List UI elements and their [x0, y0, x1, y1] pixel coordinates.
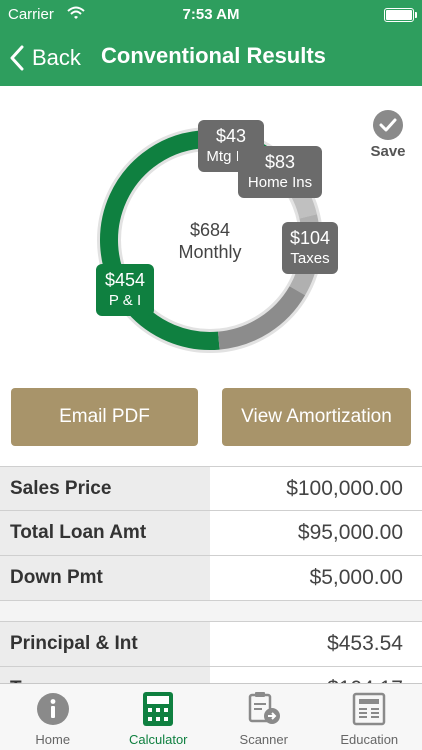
row-value: $453.54: [210, 622, 422, 666]
row-value: $100,000.00: [210, 467, 422, 510]
table-row: Sales Price $100,000.00: [0, 466, 422, 511]
tab-label: Education: [340, 732, 399, 747]
slice-tag-label: Taxes: [290, 249, 330, 267]
newspaper-icon: [352, 692, 386, 731]
navigation-bar: Back Conventional Results: [0, 30, 422, 86]
row-label: Principal & Int: [0, 622, 210, 666]
row-value: $5,000.00: [210, 556, 422, 600]
monthly-total-label: Monthly: [178, 242, 242, 262]
tab-label: Calculator: [128, 732, 188, 747]
info-icon: [36, 692, 70, 731]
slice-tag-p-and-i: $454 P & I: [96, 264, 154, 316]
view-amortization-button[interactable]: View Amortization: [222, 388, 411, 446]
results-table: Sales Price $100,000.00 Total Loan Amt $…: [0, 466, 422, 712]
tab-label: Home: [35, 732, 71, 747]
slice-tag-value: $83: [264, 152, 296, 172]
tab-bar: Home Calculator Scanner Education: [0, 683, 422, 750]
back-button[interactable]: Back: [10, 40, 81, 76]
table-row: Principal & Int $453.54: [0, 622, 422, 667]
scanner-icon: [247, 692, 281, 731]
table-row: Total Loan Amt $95,000.00: [0, 511, 422, 556]
save-button[interactable]: Save: [366, 110, 410, 160]
slice-tag-value: $454: [104, 270, 146, 290]
status-bar: Carrier 7:53 AM: [0, 0, 422, 30]
slice-tag-label: P & I: [108, 291, 142, 309]
tab-home[interactable]: Home: [0, 684, 106, 750]
row-label: Total Loan Amt: [0, 511, 210, 555]
table-row: Down Pmt $5,000.00: [0, 556, 422, 601]
tab-label: Scanner: [239, 732, 288, 747]
chevron-left-icon: [10, 45, 24, 71]
battery-icon: [384, 8, 417, 22]
tab-scanner[interactable]: Scanner: [211, 684, 317, 750]
save-label: Save: [370, 143, 406, 160]
calculator-icon: [143, 692, 174, 731]
checkmark-icon: [373, 110, 403, 140]
row-value: $95,000.00: [210, 511, 422, 555]
slice-tag-label: Home Ins: [247, 173, 313, 191]
email-pdf-button[interactable]: Email PDF: [11, 388, 198, 446]
section-spacer: [0, 601, 422, 622]
row-label: Sales Price: [0, 467, 210, 510]
clock-time: 7:53 AM: [182, 6, 240, 23]
payment-chart: $684 Monthly $43 Mtg Ins $83 Home Ins $1…: [0, 86, 422, 376]
tab-education[interactable]: Education: [317, 684, 422, 750]
row-label: Down Pmt: [0, 556, 210, 600]
back-label: Back: [32, 45, 81, 70]
page-title: Conventional Results: [101, 43, 326, 68]
monthly-total-amount: $684: [189, 220, 231, 240]
slice-tag-taxes: $104 Taxes: [282, 222, 338, 274]
tab-calculator[interactable]: Calculator: [106, 684, 212, 750]
slice-tag-home-ins: $83 Home Ins: [238, 146, 322, 198]
slice-tag-value: $43: [215, 126, 247, 146]
slice-tag-value: $104: [289, 228, 331, 248]
